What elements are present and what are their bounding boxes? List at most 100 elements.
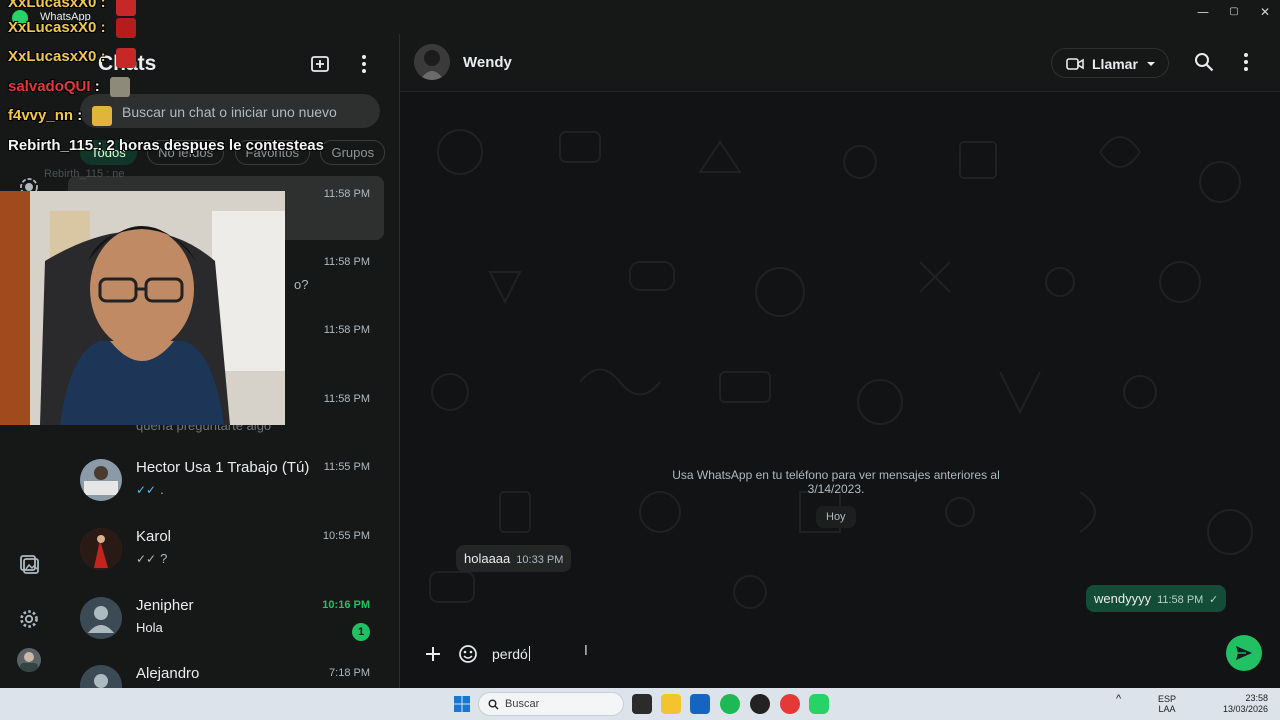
- minimize-button[interactable]: —: [1186, 2, 1220, 22]
- avatar: [80, 665, 122, 688]
- overlay-text: :: [77, 107, 83, 124]
- taskbar-search-label: Buscar: [505, 698, 540, 710]
- chat-row[interactable]: Jenipher 10:16 PM Hola 1: [68, 587, 384, 651]
- tray-chevron-icon[interactable]: ^: [1116, 694, 1121, 705]
- overlay-chat-line: XxLucasxX0 :: [8, 19, 106, 36]
- message-bubble-outgoing: wendyyyy 11:58 PM ✓: [1086, 585, 1227, 612]
- chat-name: Hector Usa 1 Trabajo (Tú): [136, 459, 310, 476]
- sent-tick-icon: ✓: [1208, 594, 1219, 606]
- chat-preview: ✓✓?: [136, 551, 167, 566]
- emote-icon: [116, 48, 136, 68]
- windows-start-icon[interactable]: [454, 696, 470, 712]
- overlay-text: : 2 horas despues le contesteas: [97, 137, 324, 154]
- overlay-text: :: [100, 19, 106, 36]
- clock-date: 13/03/2026: [1222, 704, 1268, 714]
- overlay-text: :: [94, 78, 100, 95]
- obs-icon[interactable]: [750, 694, 770, 714]
- message-time: 11:58 PM: [1157, 594, 1204, 606]
- search-box[interactable]: Buscar un chat o iniciar uno nuevo: [80, 94, 380, 128]
- read-ticks-icon: ✓✓: [136, 483, 157, 497]
- search-placeholder: Buscar un chat o iniciar uno nuevo: [122, 104, 337, 120]
- overlay-chat-line: f4vvy_nn :: [8, 107, 82, 124]
- call-button[interactable]: Llamar: [1051, 48, 1169, 78]
- search-icon[interactable]: [1193, 51, 1215, 73]
- overlay-chat-line: XxLucasxX0 :: [8, 48, 106, 65]
- file-explorer-icon[interactable]: [661, 694, 681, 714]
- chevron-down-icon: [1147, 62, 1155, 66]
- chat-preview: ✓✓.: [136, 482, 164, 497]
- chat-row[interactable]: Karol 10:55 PM ✓✓?: [68, 518, 384, 582]
- encryption-notice: Usa WhatsApp en tu teléfono para ver men…: [672, 468, 1000, 496]
- spotify-icon[interactable]: [720, 694, 740, 714]
- sticker-icon[interactable]: [458, 644, 478, 664]
- filter-groups[interactable]: Grupos: [320, 140, 386, 165]
- chrome-icon[interactable]: [780, 694, 800, 714]
- day-separator: Hoy: [816, 506, 856, 528]
- webcam-image: [0, 191, 285, 425]
- chat-preview-text: .: [160, 482, 164, 497]
- message-composer: perdó I: [412, 632, 1262, 676]
- profile-avatar[interactable]: [17, 648, 41, 672]
- overlay-text: :: [100, 0, 106, 11]
- message-time: 10:33 PM: [516, 554, 564, 566]
- text-caret: [528, 646, 530, 661]
- overlay-user: XxLucasxX0: [8, 0, 97, 11]
- language-indicator[interactable]: ESP LAA: [1158, 694, 1176, 714]
- task-view-icon[interactable]: [632, 694, 652, 714]
- overlay-user: XxLucasxX0: [8, 48, 97, 65]
- attach-plus-icon[interactable]: [424, 645, 442, 663]
- taskbar-search[interactable]: Buscar: [478, 692, 624, 716]
- menu-icon[interactable]: [352, 52, 376, 76]
- message-input[interactable]: perdó: [492, 646, 530, 662]
- overlay-chat-line: Rebirth_115 : 2 horas despues le contest…: [8, 137, 324, 154]
- chat-time: 11:58 PM: [323, 256, 370, 268]
- chat-row[interactable]: Alejandro 7:18 PM: [68, 655, 384, 688]
- chat-name: Karol: [136, 528, 172, 545]
- avatar: [80, 597, 122, 639]
- overlay-user: XxLucasxX0: [8, 19, 97, 36]
- new-chat-icon[interactable]: [309, 52, 333, 76]
- webcam-feed: [0, 191, 285, 425]
- title-bar: — ▢ ✕: [0, 0, 1280, 34]
- delivered-ticks-icon: ✓✓: [136, 552, 157, 566]
- avatar: [80, 459, 122, 501]
- contact-avatar[interactable]: [414, 44, 450, 80]
- menu-icon[interactable]: [1235, 51, 1257, 73]
- clock-time: 23:58: [1245, 693, 1268, 703]
- emote-icon: [116, 18, 136, 38]
- media-icon[interactable]: [18, 553, 40, 575]
- settings-icon[interactable]: [18, 608, 40, 630]
- chat-time: 11:55 PM: [323, 461, 370, 473]
- chat-time: 10:16 PM: [322, 599, 370, 611]
- chat-preview: o?: [294, 277, 309, 292]
- send-button[interactable]: [1226, 635, 1262, 671]
- maximize-button[interactable]: ▢: [1217, 2, 1251, 22]
- send-icon: [1236, 646, 1252, 660]
- contact-name[interactable]: Wendy: [463, 54, 512, 71]
- chat-name: Alejandro: [136, 665, 200, 682]
- message-input-text: perdó: [492, 646, 528, 662]
- chat-time: 7:18 PM: [329, 667, 370, 679]
- call-label: Llamar: [1092, 56, 1138, 72]
- chat-time: 11:58 PM: [323, 324, 370, 336]
- message-text: wendyyyy: [1094, 591, 1152, 606]
- taskbar-clock[interactable]: 23:58 13/03/2026: [1223, 693, 1268, 715]
- store-icon[interactable]: [690, 694, 710, 714]
- overlay-chat-line: salvadoQUI :: [8, 78, 100, 95]
- avatar: [80, 528, 122, 570]
- chat-preview-text: ?: [160, 551, 168, 566]
- language-code: ESP: [1158, 694, 1177, 704]
- video-call-icon: [1066, 58, 1084, 70]
- ibeam-cursor-icon: I: [584, 644, 588, 659]
- close-button[interactable]: ✕: [1248, 2, 1280, 22]
- chat-time: 10:55 PM: [322, 530, 370, 542]
- chat-name: Jenipher: [136, 597, 194, 614]
- chat-row[interactable]: Hector Usa 1 Trabajo (Tú) 11:55 PM ✓✓.: [68, 449, 384, 513]
- emote-icon: [110, 77, 130, 97]
- overlay-chat-line: XxLucasxX0 :: [8, 0, 106, 11]
- whatsapp-taskbar-icon[interactable]: [809, 694, 829, 714]
- emote-icon: [116, 0, 136, 16]
- overlay-user: f4vvy_nn: [8, 107, 74, 124]
- conversation-header: Wendy Llamar: [400, 34, 1280, 92]
- overlay-ghost-line: Rebirth_115 : ne: [44, 168, 125, 180]
